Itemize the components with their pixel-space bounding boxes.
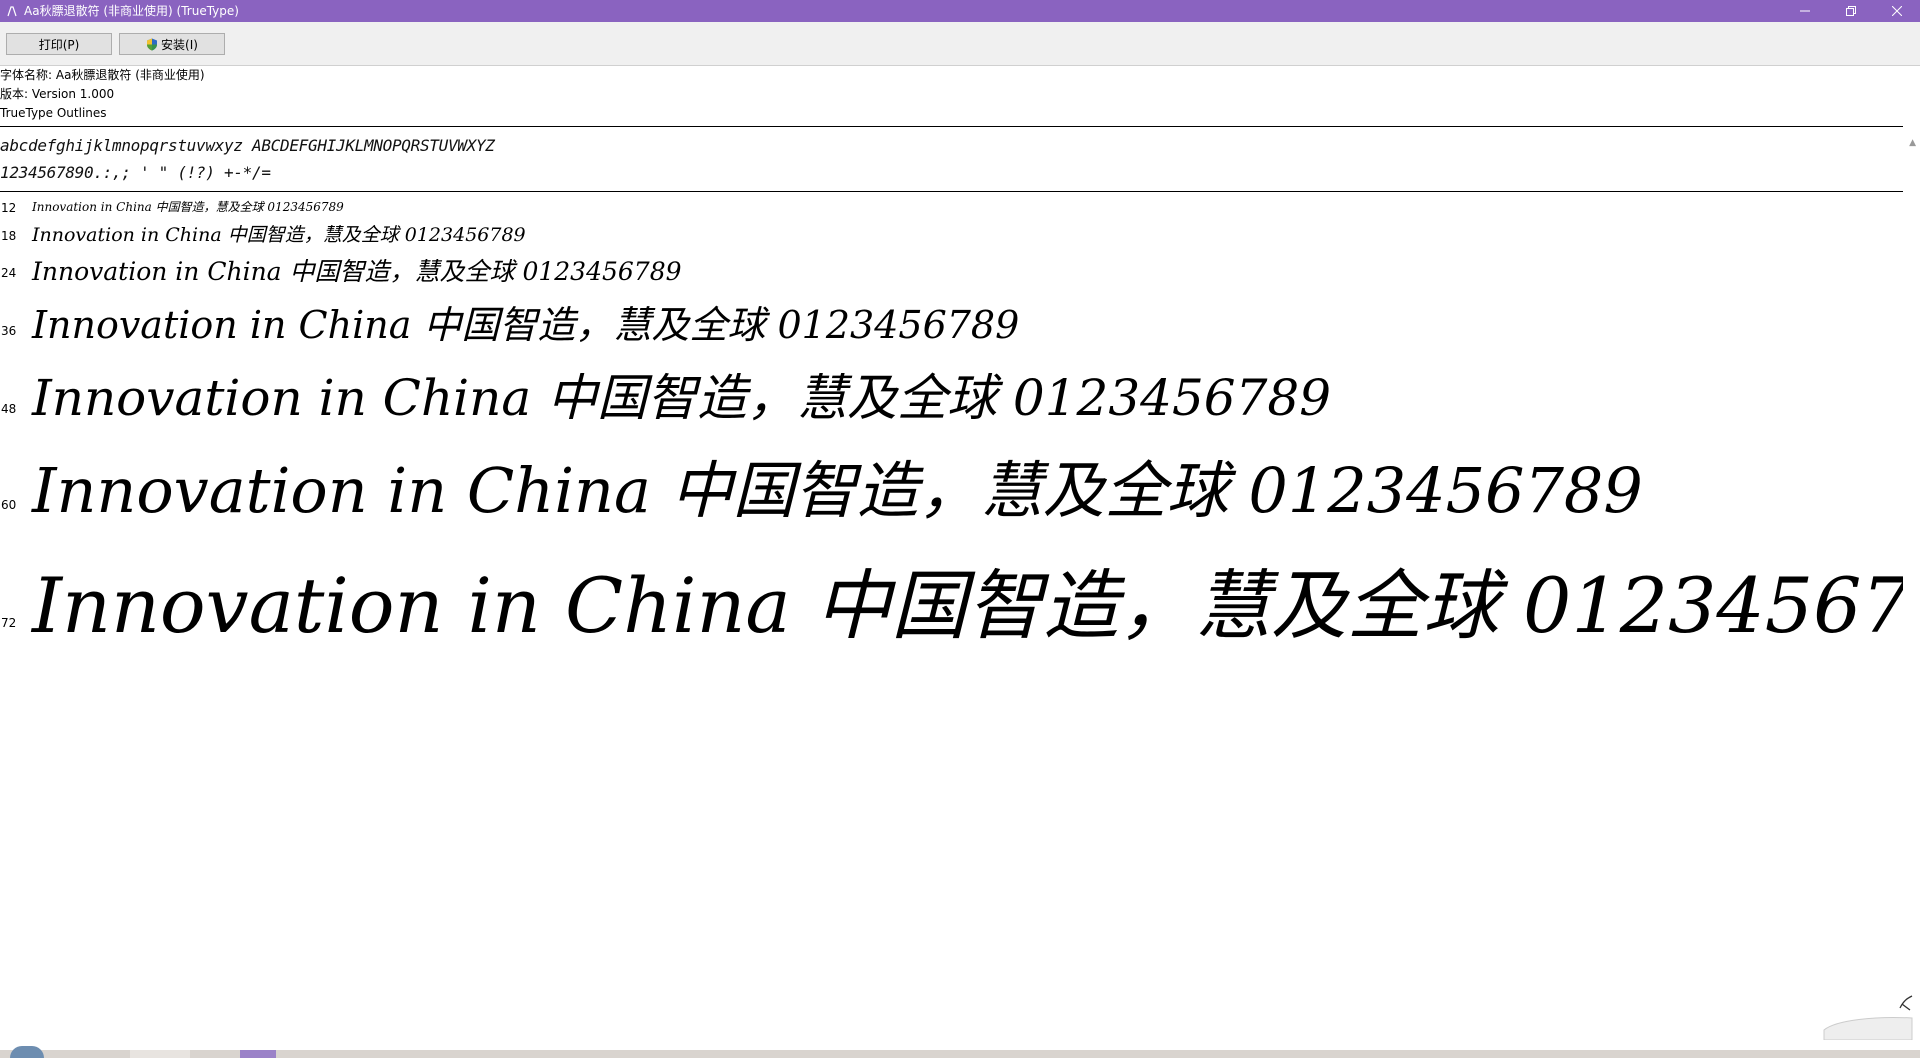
minimize-icon — [1800, 10, 1810, 12]
sample-row-60: 60 Innovation in China 中国智造，慧及全球 0123456… — [0, 438, 1903, 526]
sample-text: Innovation in China 中国智造，慧及全球 0123456789 — [32, 369, 1332, 427]
scroll-up-arrow-icon[interactable]: ▲ — [1909, 138, 1916, 148]
taskbar — [0, 1050, 1920, 1058]
sample-size-label: 60 — [1, 498, 17, 512]
sample-text: Innovation in China 中国智造，慧及全球 0123456789 — [32, 454, 1643, 526]
charset-letters: abcdefghijklmnopqrstuvwxyz ABCDEFGHIJKLM… — [0, 136, 495, 155]
charset-digits-symbols: 1234567890.:,; ' " (!?) +-*/= — [0, 163, 271, 182]
sample-row-18: 18 Innovation in China 中国智造，慧及全球 0123456… — [0, 219, 1903, 251]
sample-size-label: 72 — [1, 616, 17, 630]
close-icon — [1892, 6, 1902, 16]
sample-text: Innovation in China 中国智造，慧及全球 0123456789 — [32, 200, 344, 214]
sample-size-label: 36 — [1, 324, 17, 338]
restore-button[interactable] — [1828, 0, 1874, 22]
corner-floating-widget[interactable] — [1816, 990, 1916, 1040]
font-outline-line: TrueType Outlines — [0, 106, 107, 120]
restore-icon — [1846, 6, 1856, 16]
sample-size-label: 18 — [1, 229, 17, 243]
sample-row-24: 24 Innovation in China 中国智造，慧及全球 0123456… — [0, 250, 1903, 290]
taskbar-app-font-viewer[interactable] — [240, 1050, 276, 1058]
sample-row-72: 72 Innovation in China 中国智造，慧及全球 0123456… — [0, 540, 1903, 644]
divider — [0, 191, 1903, 192]
print-button-label: 打印(P) — [38, 37, 80, 52]
window-controls — [1782, 0, 1920, 22]
sample-row-12: 12 Innovation in China 中国智造，慧及全球 0123456… — [0, 196, 1903, 218]
sample-row-36: 36 Innovation in China 中国智造，慧及全球 0123456… — [0, 292, 1903, 348]
vertical-scrollbar[interactable]: ▲ — [1903, 66, 1920, 1050]
toolbar: 打印(P) 安装(I) — [0, 22, 1920, 66]
title-bar[interactable]: Aa秋膘退散符 (非商业使用) (TrueType) — [0, 0, 1920, 22]
install-button[interactable]: 安装(I) — [119, 33, 225, 55]
sample-size-label: 12 — [1, 201, 17, 215]
sample-size-label: 24 — [1, 266, 17, 280]
print-button[interactable]: 打印(P) — [6, 33, 112, 55]
uac-shield-icon — [146, 38, 158, 51]
sample-text: Innovation in China 中国智造，慧及全球 0123456789 — [32, 224, 526, 246]
divider — [0, 126, 1903, 127]
sample-row-48: 48 Innovation in China 中国智造，慧及全球 0123456… — [0, 356, 1903, 428]
window-title: Aa秋膘退散符 (非商业使用) (TrueType) — [24, 4, 239, 18]
taskbar-app[interactable] — [130, 1050, 190, 1058]
font-viewer-window: Aa秋膘退散符 (非商业使用) (TrueType) 打印(P) 安装(I) 字… — [0, 0, 1920, 1050]
font-name-line: 字体名称: Aa秋膘退散符 (非商业使用) — [0, 68, 205, 82]
install-button-label: 安装(I) — [161, 37, 198, 52]
sample-text: Innovation in China 中国智造，慧及全球 0123456789 — [32, 303, 1020, 347]
sample-size-label: 48 — [1, 402, 17, 416]
close-button[interactable] — [1874, 0, 1920, 22]
sample-text: Innovation in China 中国智造，慧及全球 0123456789 — [32, 257, 682, 286]
sample-text: Innovation in China 中国智造，慧及全球 0123456789 — [32, 561, 1903, 644]
font-version-line: 版本: Version 1.000 — [0, 87, 115, 101]
font-file-icon — [6, 5, 18, 17]
minimize-button[interactable] — [1782, 0, 1828, 22]
font-info: 字体名称: Aa秋膘退散符 (非商业使用) 版本: Version 1.000 … — [0, 66, 205, 123]
start-button[interactable] — [10, 1046, 44, 1058]
